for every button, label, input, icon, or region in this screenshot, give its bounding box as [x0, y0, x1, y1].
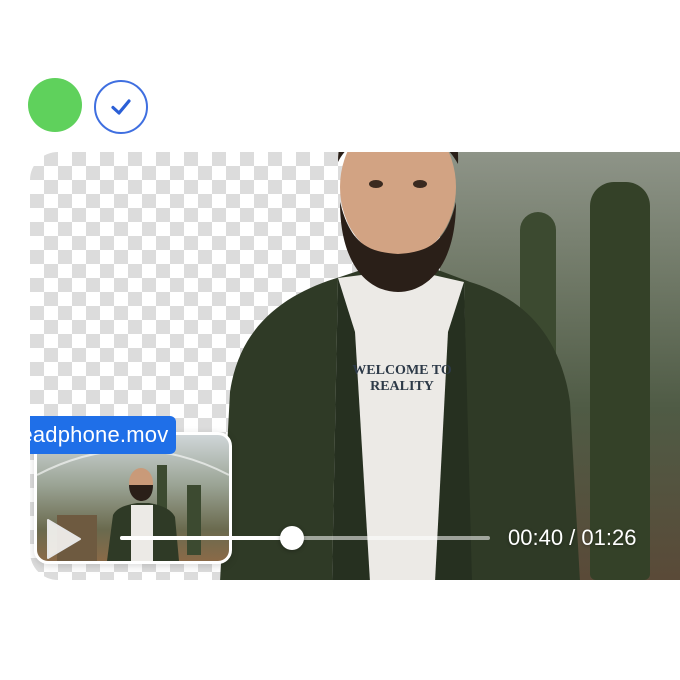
person-cutout: WELCOME TO REALITY [220, 152, 580, 580]
progress-knob[interactable] [280, 526, 305, 550]
check-button[interactable] [94, 80, 148, 134]
check-icon [111, 99, 131, 115]
progress-track[interactable] [120, 536, 490, 540]
filename-label: headphone.mov [30, 416, 177, 454]
progress-fill [120, 536, 293, 540]
play-icon [47, 519, 81, 559]
status-dot [28, 78, 82, 132]
shirt-text-line2: REALITY [370, 379, 434, 394]
shirt-text-line1: WELCOME TO [352, 363, 452, 378]
play-button[interactable] [44, 516, 84, 562]
time-display: 00:40 / 01:26 [508, 525, 637, 550]
transparent-canvas: WELCOME TO REALITY headphone.mov [30, 152, 680, 580]
